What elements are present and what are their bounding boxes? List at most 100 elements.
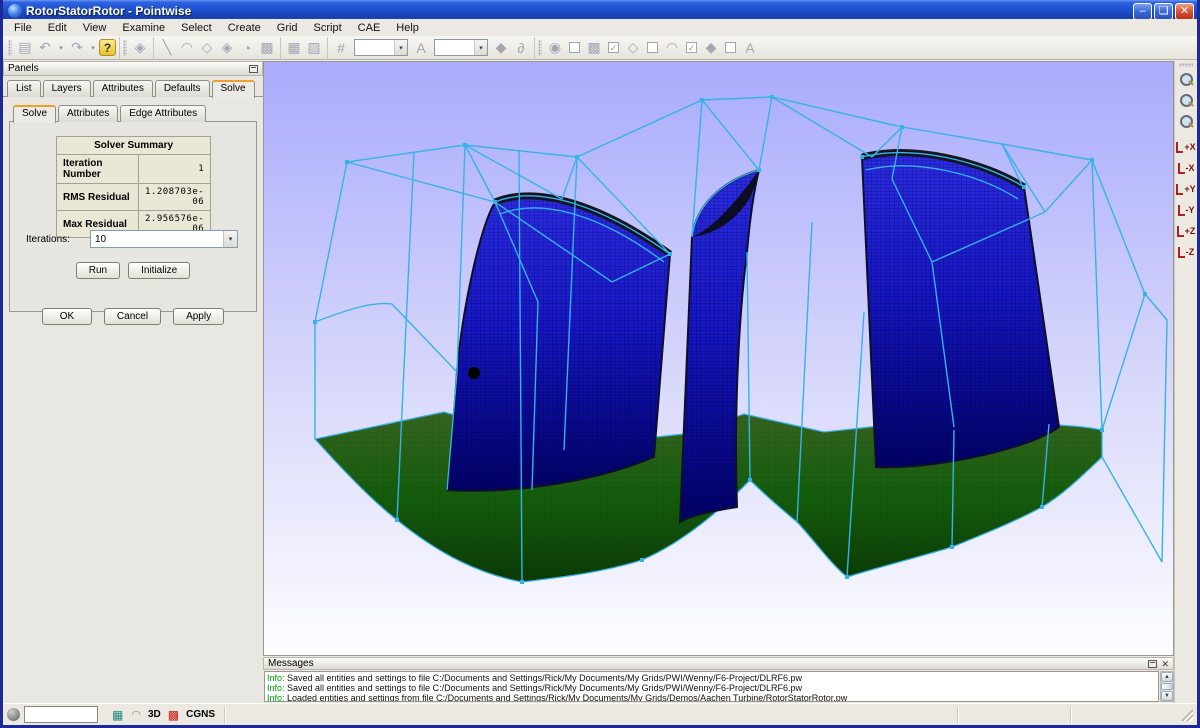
solver-summary-title: Solver Summary — [57, 137, 211, 155]
status-input[interactable] — [24, 706, 98, 723]
panels-dock-title: Panels — [8, 63, 39, 74]
rms-residual-label: RMS Residual — [57, 184, 139, 211]
mask-domains-checkbox[interactable] — [647, 42, 658, 53]
undo-icon[interactable]: ↶ — [35, 38, 55, 58]
apply-button[interactable]: Apply — [173, 308, 224, 325]
messages-scrollbar[interactable]: ▲ ▼ — [1160, 671, 1174, 702]
list-item: Info: Loaded entities and settings from … — [267, 693, 1156, 702]
tab-list[interactable]: List — [7, 80, 41, 97]
view-plus-y-button[interactable]: +Y — [1176, 176, 1197, 195]
list-item: Info: Saved all entities and settings to… — [267, 673, 1156, 683]
toolbar-drag-handle[interactable] — [8, 40, 12, 56]
tab-layers[interactable]: Layers — [43, 80, 91, 97]
run-button[interactable]: Run — [76, 262, 120, 279]
divider — [224, 707, 225, 723]
float-panel-icon[interactable] — [1148, 660, 1157, 668]
subtab-attributes[interactable]: Attributes — [58, 105, 118, 122]
scroll-down-icon[interactable]: ▼ — [1161, 691, 1173, 701]
iterations-combo[interactable]: 10 ▾ — [90, 230, 238, 248]
menu-script[interactable]: Script — [307, 21, 349, 35]
unstructured-grid-icon[interactable]: ▨ — [304, 38, 324, 58]
create-surface-icon[interactable]: ◇ — [197, 38, 217, 58]
view-minus-x-button[interactable]: -X — [1176, 155, 1197, 174]
toolbar-drag-handle[interactable] — [123, 40, 127, 56]
messages-dock-title: Messages — [268, 658, 314, 669]
mask-databases-checkbox[interactable] — [725, 42, 736, 53]
view-minus-z-button[interactable]: -Z — [1176, 239, 1197, 258]
mask-databases-icon[interactable]: ◆ — [701, 38, 721, 58]
view-minus-y-button[interactable]: -Y — [1176, 197, 1197, 216]
minimize-button[interactable]: – — [1133, 3, 1152, 20]
mask-connectors-icon[interactable]: ◠ — [662, 38, 682, 58]
spacing-icon[interactable]: A — [411, 38, 431, 58]
status-bar: ▦ ◠ 3D ▩ CGNS — [3, 703, 1197, 725]
mask-domains-icon[interactable]: ◇ — [623, 38, 643, 58]
app-icon — [8, 4, 22, 18]
menu-cae[interactable]: CAE — [351, 21, 388, 35]
tab-attributes[interactable]: Attributes — [93, 80, 153, 97]
toolbar-drag-handle[interactable] — [538, 40, 542, 56]
iteration-number-label: Iteration Number — [57, 155, 139, 184]
blade-left — [447, 196, 670, 491]
view-plus-x-button[interactable]: +X — [1176, 134, 1197, 153]
create-domain-icon[interactable]: ◈ — [217, 38, 237, 58]
spacing-constraint-icon[interactable]: A — [740, 38, 760, 58]
dimension-combo[interactable]: ▾ — [354, 39, 408, 56]
create-block-icon[interactable]: ▩ — [257, 38, 277, 58]
dimension-number-icon[interactable]: # — [331, 38, 351, 58]
main-toolbar: ▤ ↶ ▾ ↷ ▾ ? ◈ ╲ ◠ ◇ ◈ ◔ ▩ ▦ ▨ # ▾ A — [3, 36, 1197, 60]
chevron-down-icon[interactable]: ▾ — [474, 40, 487, 55]
save-icon[interactable]: ▤ — [15, 38, 35, 58]
redo-dropdown-icon[interactable]: ▾ — [87, 38, 99, 58]
menu-help[interactable]: Help — [389, 21, 426, 35]
viewport-3d-scene[interactable] — [263, 61, 1174, 656]
menu-create[interactable]: Create — [221, 21, 268, 35]
layer-stack-icon[interactable]: ◈ — [130, 38, 150, 58]
float-panel-icon[interactable] — [249, 65, 258, 73]
redo-icon[interactable]: ↷ — [67, 38, 87, 58]
menu-select[interactable]: Select — [174, 21, 219, 35]
menu-view[interactable]: View — [76, 21, 114, 35]
subtab-edge-attributes[interactable]: Edge Attributes — [120, 105, 206, 122]
chevron-down-icon[interactable]: ▾ — [394, 40, 407, 55]
menu-file[interactable]: File — [7, 21, 39, 35]
restore-button[interactable]: ❏ — [1154, 3, 1173, 20]
close-icon[interactable]: ✕ — [1161, 660, 1169, 668]
zoom-icon[interactable] — [1178, 72, 1195, 89]
mask-connectors-checkbox[interactable]: ✓ — [686, 42, 697, 53]
chevron-down-icon[interactable]: ▾ — [223, 231, 237, 247]
menu-examine[interactable]: Examine — [115, 21, 172, 35]
menu-edit[interactable]: Edit — [41, 21, 74, 35]
panels-dock-titlebar[interactable]: Panels — [3, 61, 263, 76]
close-button[interactable]: ✕ — [1175, 3, 1194, 20]
messages-dock-titlebar[interactable]: Messages ✕ — [263, 657, 1174, 670]
structured-grid-icon[interactable]: ▦ — [284, 38, 304, 58]
cancel-button[interactable]: Cancel — [104, 308, 161, 325]
grid-type-icon: ▦ — [112, 709, 123, 721]
scroll-up-icon[interactable]: ▲ — [1161, 672, 1173, 682]
tab-defaults[interactable]: Defaults — [155, 80, 210, 97]
create-connector-icon[interactable]: ╲ — [157, 38, 177, 58]
resize-grip[interactable] — [1181, 709, 1193, 721]
mask-points-icon[interactable]: ◉ — [545, 38, 565, 58]
subtab-solve[interactable]: Solve — [13, 105, 56, 123]
examine-icon[interactable]: ◆ — [491, 38, 511, 58]
zoom-extents-icon[interactable] — [1178, 114, 1195, 131]
undo-dropdown-icon[interactable]: ▾ — [55, 38, 67, 58]
toolbar-drag-handle[interactable] — [1179, 63, 1193, 67]
create-curve-icon[interactable]: ◠ — [177, 38, 197, 58]
menu-grid[interactable]: Grid — [270, 21, 305, 35]
tab-solve[interactable]: Solve — [212, 80, 255, 98]
mask-blocks-checkbox[interactable]: ✓ — [608, 42, 619, 53]
spacing-combo[interactable]: ▾ — [434, 39, 488, 56]
create-fan-icon[interactable]: ◔ — [237, 38, 257, 58]
derivative-icon[interactable]: ∂ — [511, 38, 531, 58]
zoom-box-icon[interactable] — [1178, 93, 1195, 110]
help-icon[interactable]: ? — [99, 39, 116, 56]
ok-button[interactable]: OK — [42, 308, 92, 325]
initialize-button[interactable]: Initialize — [128, 262, 190, 279]
mask-points-checkbox[interactable] — [569, 42, 580, 53]
mask-blocks-icon[interactable]: ▩ — [584, 38, 604, 58]
scrollbar-thumb[interactable] — [1161, 683, 1173, 690]
view-plus-z-button[interactable]: +Z — [1176, 218, 1197, 237]
